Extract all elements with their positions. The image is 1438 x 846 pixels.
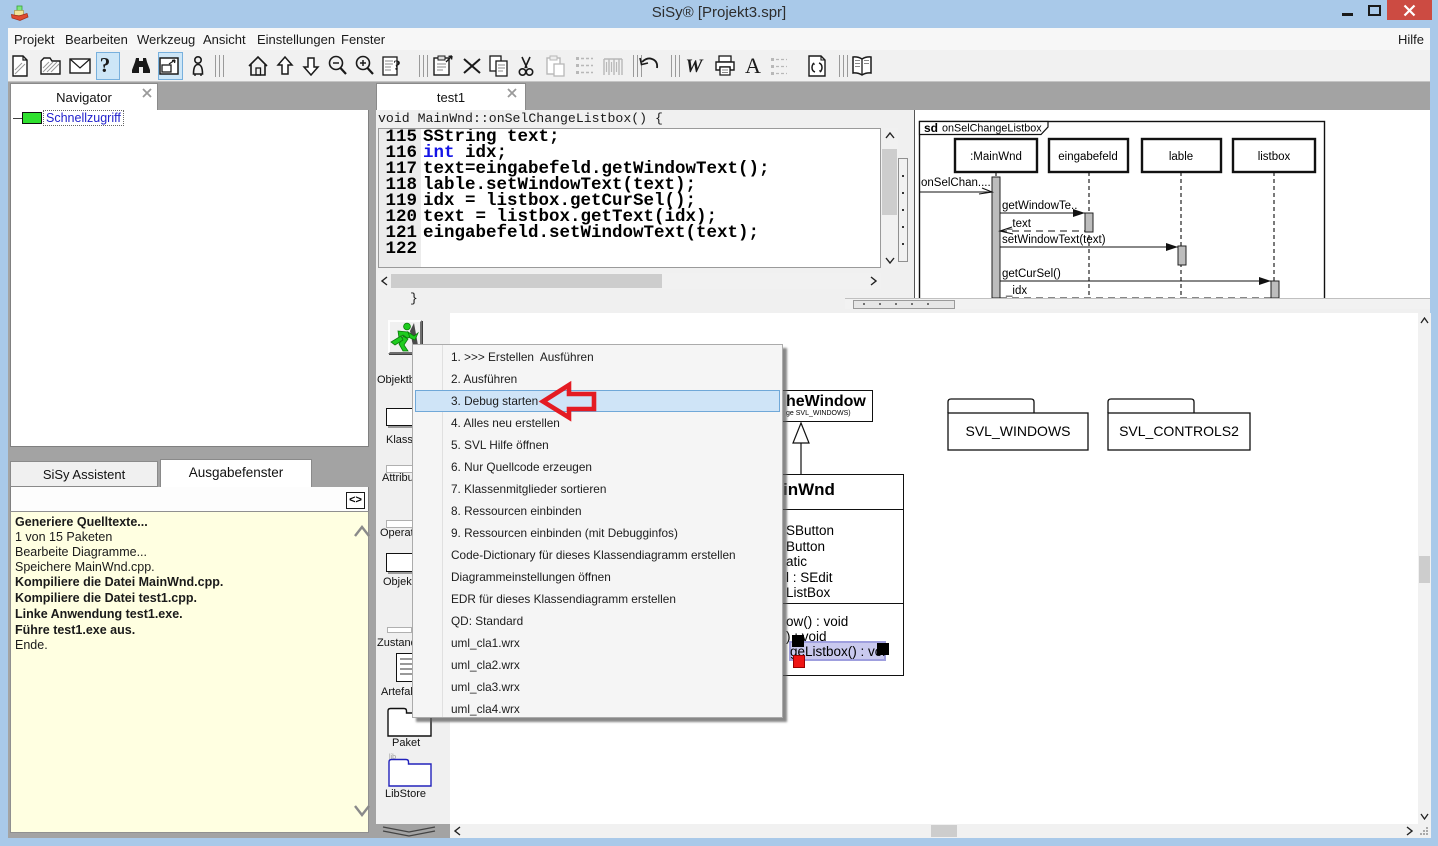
svg-text:A: A	[745, 54, 761, 78]
svg-text:?: ?	[100, 53, 111, 77]
svg-text:getCurSel(): getCurSel()	[1002, 268, 1061, 280]
svg-text:onSelChangeListbox: onSelChangeListbox	[942, 123, 1042, 135]
svg-text:onSelChan....: onSelChan....	[921, 177, 991, 189]
svg-text:SVL_WINDOWS: SVL_WINDOWS	[965, 423, 1070, 439]
svg-text:W: W	[686, 56, 704, 77]
svg-text:eingabefeld: eingabefeld	[1058, 151, 1117, 163]
svg-text::MainWnd: :MainWnd	[970, 151, 1022, 163]
svg-text:listbox: listbox	[1258, 151, 1291, 163]
svg-text:?: ?	[393, 58, 401, 74]
svg-text:SVL_CONTROLS2: SVL_CONTROLS2	[1119, 423, 1239, 439]
svg-text:getWindowTe..: getWindowTe..	[1002, 200, 1077, 212]
svg-text:sd: sd	[924, 121, 938, 135]
svg-text:lable: lable	[1169, 151, 1193, 163]
svg-text:_idx: _idx	[1005, 285, 1027, 297]
svg-text:setWindowText(text): setWindowText(text)	[1002, 234, 1106, 246]
